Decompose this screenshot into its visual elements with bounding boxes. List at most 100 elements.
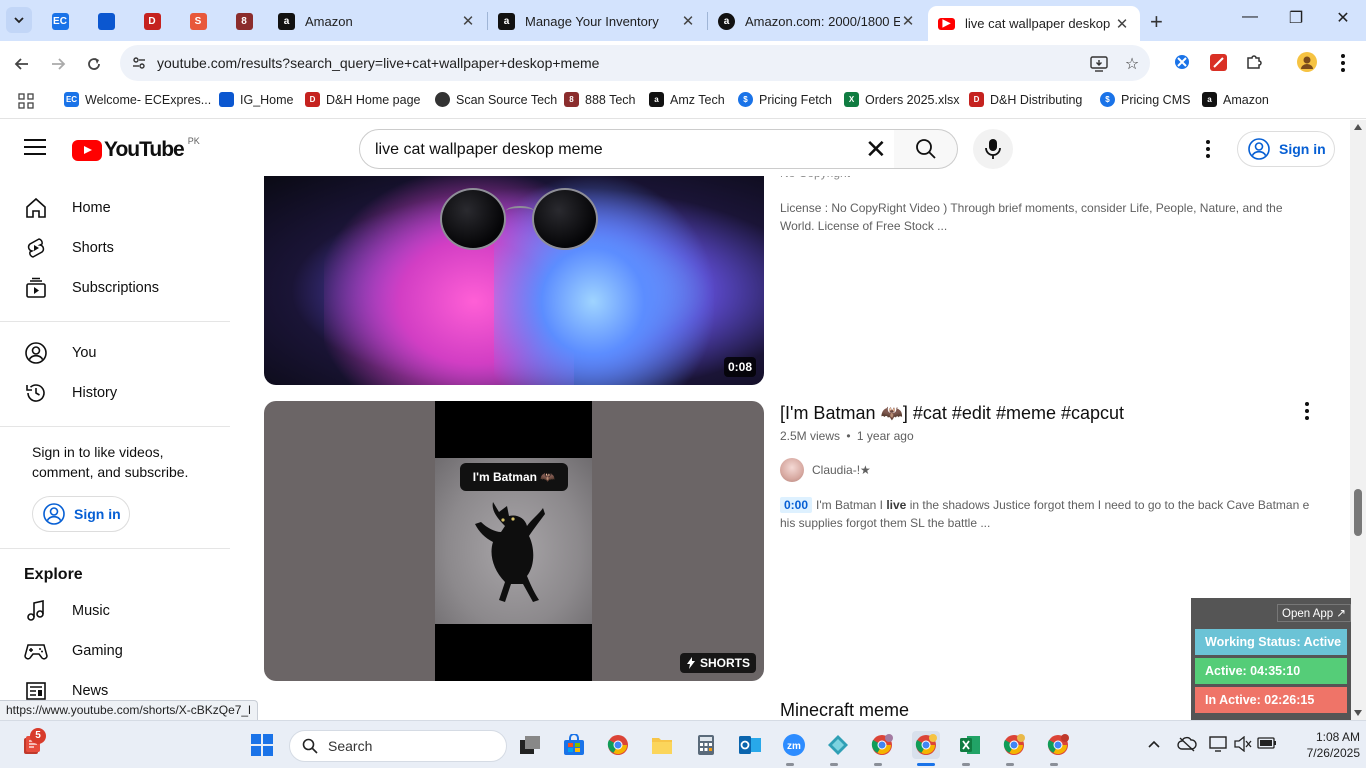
task-view-icon[interactable] xyxy=(516,731,544,759)
dollar-icon: $ xyxy=(738,92,753,107)
scrollbar-thumb[interactable] xyxy=(1354,489,1362,536)
display-icon[interactable] xyxy=(1209,736,1227,755)
sign-in-button[interactable]: Sign in xyxy=(1237,131,1335,167)
scroll-down-arrow-icon[interactable] xyxy=(1354,710,1362,716)
forward-button[interactable] xyxy=(44,50,72,78)
settings-menu-button[interactable] xyxy=(1198,136,1218,162)
sidebar-item-shorts[interactable]: Shorts xyxy=(12,228,228,268)
install-app-icon[interactable] xyxy=(1088,53,1110,75)
tab-close-icon[interactable]: ✕ xyxy=(1114,15,1130,33)
tray-overflow-chevron-icon[interactable] xyxy=(1147,736,1161,752)
bookmark-888-tech[interactable]: 8 888 Tech xyxy=(564,92,636,107)
chrome-profile-3-icon[interactable] xyxy=(1044,731,1072,759)
cloud-sync-icon[interactable] xyxy=(1177,736,1197,755)
sidebar-item-you[interactable]: You xyxy=(12,333,228,373)
video-description: License : No CopyRight Video ) Through b… xyxy=(780,201,1283,233)
pinned-tab-888[interactable]: 8 xyxy=(232,9,256,33)
maximize-button[interactable]: ❐ xyxy=(1273,8,1319,28)
timestamp-chip[interactable]: 0:00 xyxy=(780,497,813,513)
bookmark-ig-home[interactable]: IG_Home xyxy=(219,92,294,107)
sidebar-item-music[interactable]: Music xyxy=(12,591,228,631)
bookmark-dh-home[interactable]: D D&H Home page xyxy=(305,92,421,107)
tab-manage-inventory[interactable]: a Manage Your Inventory ✕ xyxy=(488,6,706,36)
system-clock[interactable]: 1:08 AM 7/26/2025 xyxy=(1280,729,1360,761)
page-scrollbar[interactable] xyxy=(1350,120,1366,720)
chrome-profile-active-icon[interactable] xyxy=(912,731,940,759)
bookmark-ecexpress[interactable]: EC Welcome- ECExpres... xyxy=(64,92,211,107)
minimize-button[interactable]: — xyxy=(1227,8,1273,26)
reload-button[interactable] xyxy=(80,50,108,78)
back-button[interactable] xyxy=(8,50,36,78)
bookmark-star-icon[interactable]: ☆ xyxy=(1121,53,1143,75)
tab-youtube-active[interactable]: ▶ live cat wallpaper deskop m ✕ xyxy=(928,6,1140,41)
chrome-profile-2-icon[interactable] xyxy=(1000,731,1028,759)
clear-search-icon[interactable]: ✕ xyxy=(865,136,887,162)
extension-pdf-icon[interactable] xyxy=(1207,51,1229,73)
shorts-thumbnail[interactable]: I'm Batman 🦇 SHORTS xyxy=(264,401,764,681)
excel-icon: X xyxy=(844,92,859,107)
pinned-tab-ecexpress[interactable]: EC xyxy=(48,9,72,33)
extension-blue-icon[interactable] xyxy=(1171,51,1193,73)
extensions-puzzle-icon[interactable] xyxy=(1243,51,1265,73)
pinned-tab-s[interactable]: S xyxy=(186,9,210,33)
taskbar-search-box[interactable]: Search xyxy=(289,730,507,762)
start-windows-icon[interactable] xyxy=(248,731,276,759)
sidebar-item-home[interactable]: Home xyxy=(12,188,228,228)
bookmark-pricing-fetch[interactable]: $ Pricing Fetch xyxy=(738,92,832,107)
menu-hamburger-icon[interactable] xyxy=(24,139,46,157)
tab-search-button[interactable] xyxy=(6,7,32,33)
video-thumbnail[interactable]: 0:08 xyxy=(264,176,764,385)
tab-close-icon[interactable]: ✕ xyxy=(900,12,916,30)
tab-amazon-product[interactable]: a Amazon.com: 2000/1800 EX ✕ xyxy=(708,6,926,36)
video-more-actions-button[interactable] xyxy=(1297,400,1317,422)
zoom-icon[interactable]: zm xyxy=(780,731,808,759)
sidebar-item-history[interactable]: History xyxy=(12,373,228,413)
browser-tab-strip: EC D S 8 a Amazon ✕ a Manage Your Invent… xyxy=(0,0,1366,41)
sidebar-item-gaming[interactable]: Gaming xyxy=(12,631,228,671)
channel-avatar[interactable] xyxy=(780,458,804,482)
browser-menu-button[interactable] xyxy=(1333,50,1353,76)
bookmark-orders-xlsx[interactable]: X Orders 2025.xlsx xyxy=(844,92,959,107)
video-title[interactable]: Minecraft meme xyxy=(780,700,909,721)
file-explorer-icon[interactable] xyxy=(648,731,676,759)
excel-icon[interactable] xyxy=(956,731,984,759)
bookmark-scan-source[interactable]: Scan Source Tech xyxy=(435,92,557,107)
account-circle-icon xyxy=(43,503,65,525)
tab-close-icon[interactable]: ✕ xyxy=(680,12,696,30)
microsoft-store-icon[interactable] xyxy=(560,731,588,759)
open-app-button[interactable]: Open App ↗ xyxy=(1277,604,1351,622)
voice-search-button[interactable] xyxy=(973,129,1013,169)
battery-icon[interactable] xyxy=(1257,736,1277,753)
bookmark-pricing-cms[interactable]: $ Pricing CMS xyxy=(1100,92,1190,107)
pinned-tab-ig[interactable] xyxy=(94,9,118,33)
youtube-logo[interactable]: YouTube PK xyxy=(72,136,200,162)
tab-title: Amazon xyxy=(305,13,353,29)
address-bar[interactable]: youtube.com/results?search_query=live+ca… xyxy=(120,45,1150,81)
scroll-up-arrow-icon[interactable] xyxy=(1354,124,1362,130)
app-diamond-icon[interactable] xyxy=(824,731,852,759)
pinned-tab-dh[interactable]: D xyxy=(140,9,164,33)
apps-grid-icon[interactable] xyxy=(18,93,34,114)
tab-close-icon[interactable]: ✕ xyxy=(460,12,476,30)
chrome-profile-1-icon[interactable] xyxy=(868,731,896,759)
site-info-button[interactable] xyxy=(126,50,152,76)
calculator-icon[interactable] xyxy=(692,731,720,759)
outlook-icon[interactable] xyxy=(736,731,764,759)
new-tab-button[interactable]: + xyxy=(1150,9,1163,35)
running-indicator xyxy=(1050,763,1058,766)
sidebar-sign-in-button[interactable]: Sign in xyxy=(32,496,130,532)
volume-muted-icon[interactable] xyxy=(1234,735,1252,755)
channel-link[interactable]: Claudia-!★ xyxy=(780,458,871,482)
tab-amazon[interactable]: a Amazon ✕ xyxy=(268,6,486,36)
profile-avatar-icon[interactable] xyxy=(1296,51,1318,73)
chrome-icon[interactable] xyxy=(604,731,632,759)
back-arrow-icon xyxy=(14,58,28,70)
bookmark-amazon[interactable]: a Amazon xyxy=(1202,92,1269,107)
bookmark-amz-tech[interactable]: a Amz Tech xyxy=(649,92,725,107)
search-button[interactable] xyxy=(894,129,958,169)
close-window-button[interactable]: ✕ xyxy=(1320,8,1366,28)
bookmark-dh-distributing[interactable]: D D&H Distributing xyxy=(969,92,1082,107)
search-input[interactable] xyxy=(375,138,855,162)
sidebar-item-subscriptions[interactable]: Subscriptions xyxy=(12,268,228,308)
video-title[interactable]: [I'm Batman 🦇] #cat #edit #meme #capcut xyxy=(780,403,1124,424)
